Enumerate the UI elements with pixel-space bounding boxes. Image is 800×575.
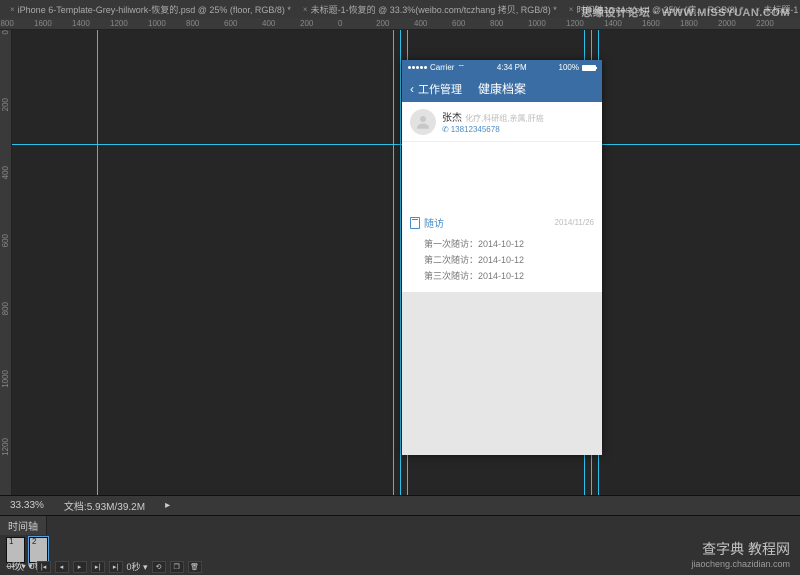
close-icon[interactable]: × (569, 5, 574, 14)
signal-icon (408, 66, 427, 69)
visit-card[interactable]: 随访 2014/11/26 第一次随访：2014-10-12第二次随访：2014… (402, 207, 602, 292)
zoom-level[interactable]: 33.33% (10, 500, 44, 511)
delete-frame-button[interactable]: 🗑 (188, 561, 202, 573)
play-button[interactable]: ▸ (73, 561, 87, 573)
statusbar-left: Carrier ⌔ (408, 63, 465, 73)
profile-card[interactable]: 张杰 化疗,科研组,亲属,肝癌 ✆13812345678 (402, 102, 602, 142)
back-label[interactable]: 工作管理 (418, 81, 462, 97)
wifi-icon: ⌔ (457, 63, 465, 73)
visit-title: 随访 (424, 215, 444, 230)
phone-mockup: Carrier ⌔ 4:34 PM 100% ‹ 工作管理 健康档案 张杰 化疗… (402, 60, 602, 455)
frame-delay[interactable]: 0秒 ▾ (127, 560, 148, 573)
ruler-vertical[interactable]: 020040060080010001200 (0, 30, 12, 495)
guide-vertical[interactable] (393, 30, 394, 495)
next-frame-button[interactable]: ▸| (91, 561, 105, 573)
tween-button[interactable]: ⟲ (152, 561, 166, 573)
timeline-controls: 一次▾ |◂ ◂ ▸ ▸| ▸| 0秒 ▾ ⟲ ❐ 🗑 (6, 560, 202, 573)
tab-1[interactable]: ×未标题-1-恢复的 @ 33.3%(weibo.com/tczhang 拷贝,… (297, 3, 563, 16)
profile-phone[interactable]: ✆13812345678 (442, 125, 544, 134)
close-icon[interactable]: × (303, 5, 308, 14)
phone-statusbar: Carrier ⌔ 4:34 PM 100% (402, 60, 602, 75)
canvas[interactable]: Carrier ⌔ 4:34 PM 100% ‹ 工作管理 健康档案 张杰 化疗… (12, 30, 800, 495)
phone-navbar: ‹ 工作管理 健康档案 (402, 75, 602, 102)
visit-row: 第二次随访：2014-10-12 (424, 252, 594, 268)
blank-card (402, 142, 602, 207)
app-statusbar: 33.33% 文档:5.93M/39.2M ▸ (0, 495, 800, 516)
carrier-label: Carrier (430, 63, 454, 72)
guide-vertical[interactable] (400, 30, 401, 495)
statusbar-right: 100% (559, 63, 596, 72)
last-frame-button[interactable]: ▸| (109, 561, 123, 573)
loop-mode[interactable]: 一次 (6, 560, 24, 573)
timeline-tab[interactable]: 时间轴 (0, 516, 47, 535)
avatar (410, 109, 436, 135)
visit-date: 2014/11/26 (555, 218, 594, 227)
first-frame-button[interactable]: |◂ (37, 561, 51, 573)
watermark-top: 思缘设计论坛 · WWW.MISSYUAN.COM (581, 4, 790, 20)
visit-row: 第三次随访：2014-10-12 (424, 268, 594, 284)
watermark-bottom: 查字典 教程网 jiaocheng.chazidian.com (691, 539, 790, 569)
tab-0[interactable]: ×iPhone 6-Template-Grey-hiliwork-恢复的.psd… (4, 3, 297, 16)
back-icon[interactable]: ‹ (410, 82, 414, 96)
page-title: 健康档案 (478, 80, 526, 97)
phone-icon: ✆ (442, 125, 449, 134)
visit-row: 第一次随访：2014-10-12 (424, 236, 594, 252)
profile-name: 张杰 (442, 113, 462, 124)
close-icon[interactable]: × (10, 5, 15, 14)
guide-vertical[interactable] (97, 30, 98, 495)
clipboard-icon (410, 217, 420, 229)
timeline-panel: 时间轴 10秒 ▾20秒 ▾ 一次▾ |◂ ◂ ▸ ▸| ▸| 0秒 ▾ ⟲ ❐… (0, 516, 800, 575)
doc-size: 文档:5.93M/39.2M (64, 498, 145, 513)
battery-icon (582, 65, 596, 71)
chevron-right-icon[interactable]: ▸ (165, 500, 170, 511)
status-time: 4:34 PM (497, 63, 527, 72)
visit-rows: 第一次随访：2014-10-12第二次随访：2014-10-12第三次随访：20… (410, 236, 594, 284)
battery-text: 100% (559, 63, 579, 72)
new-frame-button[interactable]: ❐ (170, 561, 184, 573)
prev-frame-button[interactable]: ◂ (55, 561, 69, 573)
profile-tags: 化疗,科研组,亲属,肝癌 (465, 114, 544, 123)
